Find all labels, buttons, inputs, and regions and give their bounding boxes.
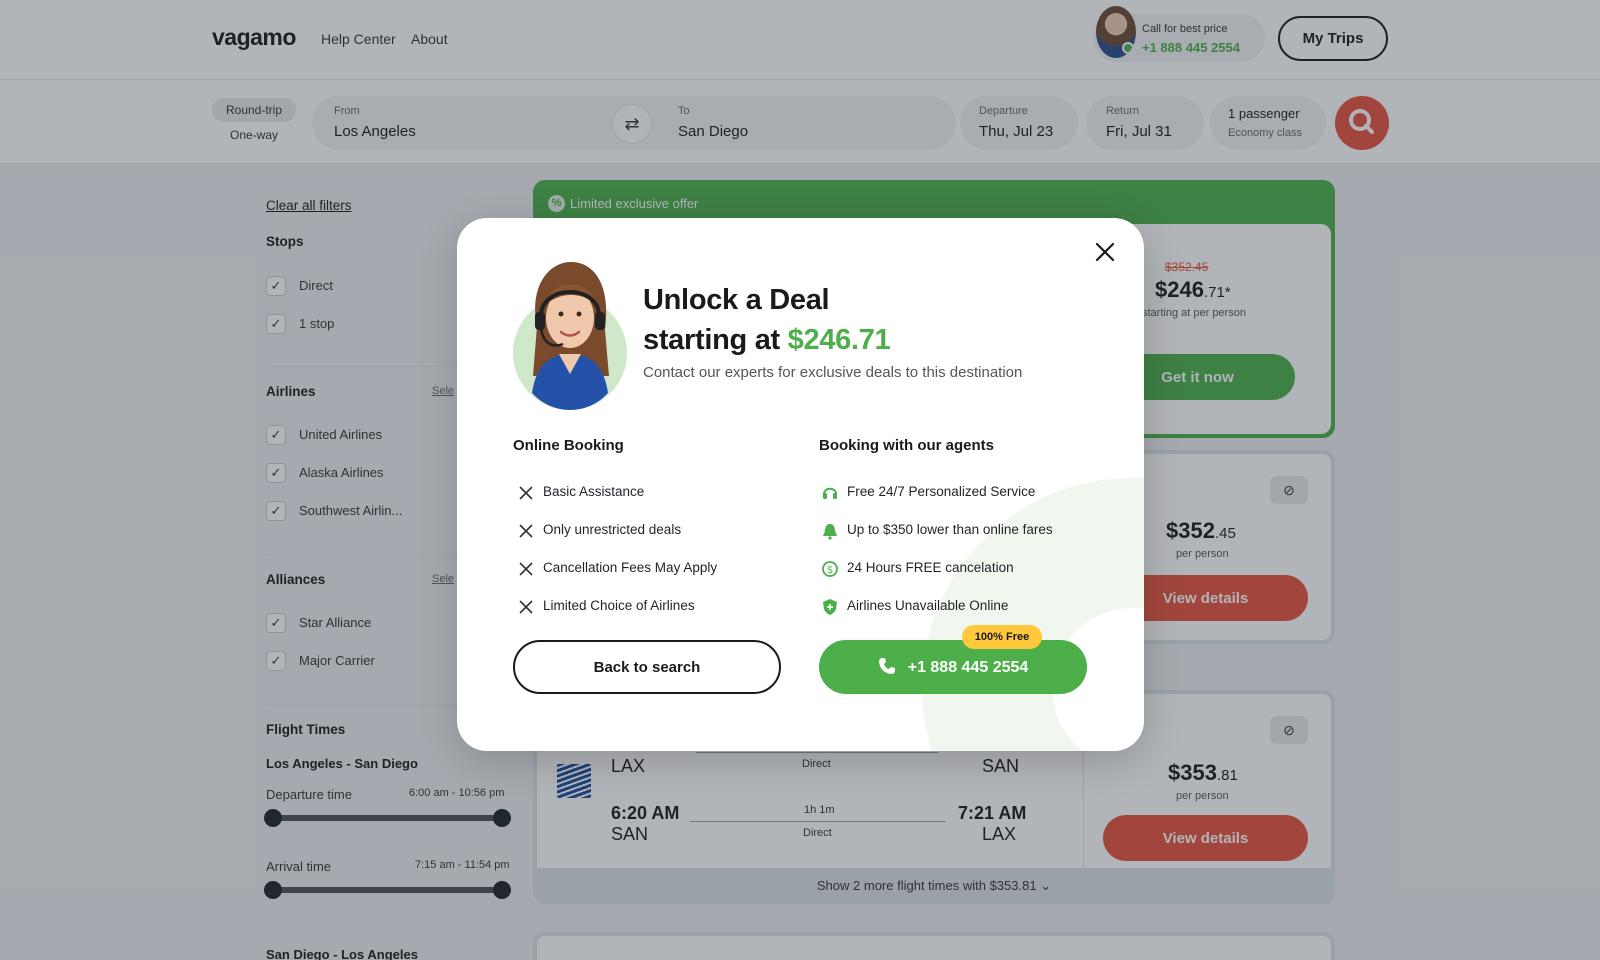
agent-benefit: Free 24/7 Personalized Service	[847, 484, 1036, 499]
headset-icon	[823, 487, 837, 499]
phone-icon	[878, 658, 895, 674]
svg-text:$: $	[827, 565, 833, 576]
modal-title-prefix: starting at	[643, 324, 788, 356]
unlock-deal-modal: Unlock a Deal starting at $246.71 Contac…	[457, 218, 1144, 751]
modal-title-price: $246.71	[787, 324, 891, 356]
agents-booking-heading: Booking with our agents	[819, 437, 994, 454]
online-item: Only unrestricted deals	[543, 522, 682, 537]
refund-clock-icon: $	[822, 561, 838, 577]
online-booking-heading: Online Booking	[513, 437, 624, 454]
x-mark-icon	[519, 524, 533, 538]
free-badge: 100% Free	[962, 625, 1042, 649]
x-mark-icon	[519, 486, 533, 500]
decorative-arc	[922, 478, 1144, 751]
call-agent-number: +1 888 445 2554	[907, 659, 1029, 676]
close-button[interactable]	[1087, 234, 1123, 270]
savings-bell-icon	[823, 524, 837, 540]
online-item: Basic Assistance	[543, 484, 645, 499]
shield-plane-icon	[823, 599, 837, 615]
call-agent-button[interactable]: +1 888 445 2554	[819, 640, 1087, 694]
agent-benefit: 24 Hours FREE cancelation	[847, 560, 1014, 575]
close-icon	[1095, 242, 1115, 262]
modal-subtitle: Contact our experts for exclusive deals …	[643, 364, 1023, 381]
modal-title-line1: Unlock a Deal	[643, 284, 830, 316]
modal-title-line2: starting at $246.71	[643, 320, 891, 360]
agent-portrait	[513, 256, 627, 410]
agent-benefit: Up to $350 lower than online fares	[847, 522, 1053, 537]
agent-benefit: Airlines Unavailable Online	[847, 598, 1009, 613]
agent-photo	[519, 256, 621, 410]
x-mark-icon	[519, 600, 533, 614]
modal-title: Unlock a Deal starting at $246.71	[643, 280, 891, 360]
online-item: Cancellation Fees May Apply	[543, 560, 718, 575]
x-mark-icon	[519, 562, 533, 576]
online-item: Limited Choice of Airlines	[543, 598, 695, 613]
back-to-search-button[interactable]: Back to search	[513, 640, 781, 694]
